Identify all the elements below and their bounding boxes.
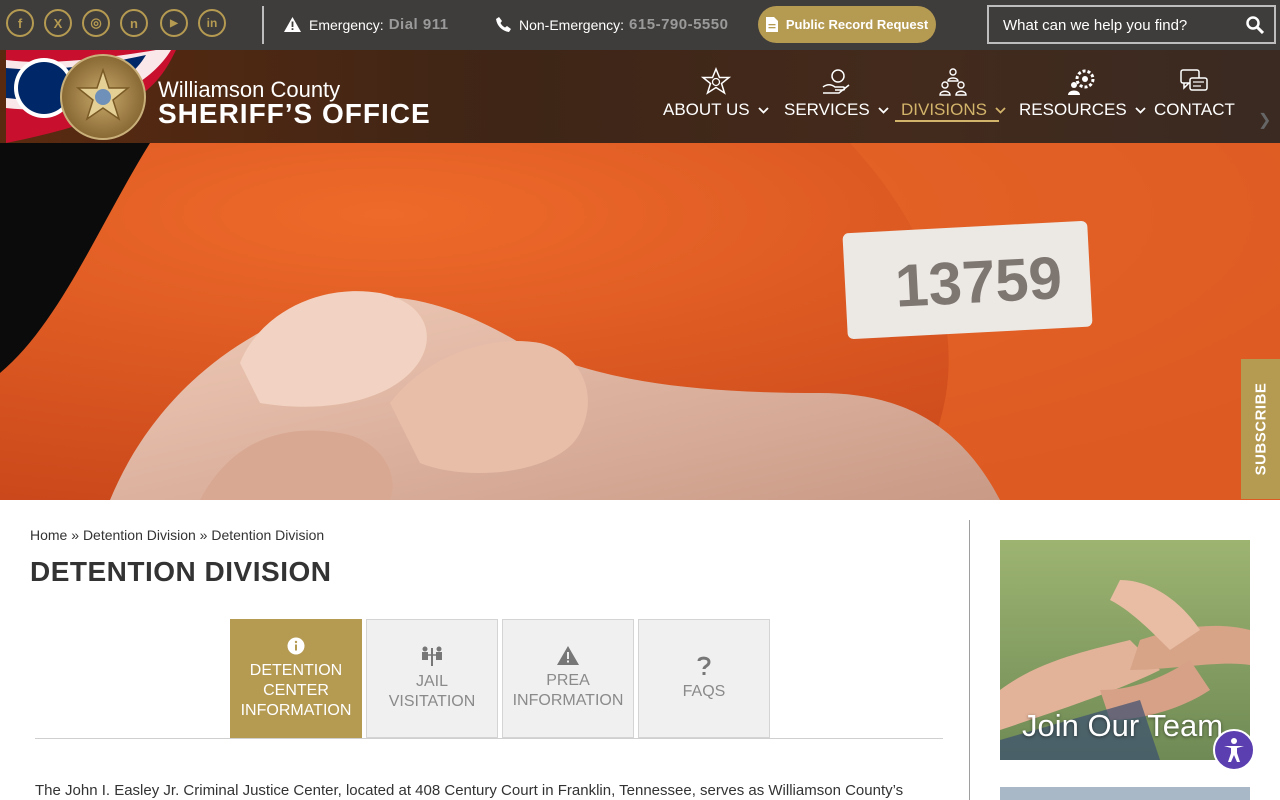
chevron-down-icon	[878, 106, 889, 114]
secondary-promo-image[interactable]	[1000, 787, 1250, 800]
breadcrumb-current: Detention Division	[211, 527, 325, 543]
accessibility-person-icon	[1224, 738, 1244, 762]
nextdoor-icon[interactable]: n	[120, 9, 148, 37]
linkedin-icon[interactable]: in	[198, 9, 226, 37]
tab-label-line: FAQS	[682, 682, 726, 700]
chevron-down-icon	[995, 106, 1006, 114]
nav-about-us[interactable]: ABOUT US	[663, 50, 769, 143]
breadcrumb-separator: »	[199, 527, 208, 543]
tabs-divider	[35, 738, 943, 739]
org-chart-icon	[939, 68, 968, 96]
nav-contact[interactable]: CONTACT	[1154, 50, 1235, 143]
youtube-icon[interactable]: ▶	[160, 9, 188, 37]
nav-divisions[interactable]: DIVISIONS	[901, 50, 1006, 143]
question-icon	[697, 656, 711, 675]
tab-label-line: JAIL	[415, 672, 448, 690]
site-header: Williamson County SHERIFF’S OFFICE ABOUT…	[0, 50, 1280, 143]
emergency-number[interactable]: Dial 911	[389, 16, 449, 33]
search-box	[987, 5, 1276, 44]
sheriff-star-logo-icon	[75, 68, 131, 121]
intro-paragraph: The John I. Easley Jr. Criminal Justice …	[35, 782, 904, 799]
helping-hand-icon	[822, 69, 850, 94]
warning-icon	[284, 17, 301, 32]
non-emergency-number[interactable]: 615-790-5550	[629, 16, 728, 33]
breadcrumb-detention-division[interactable]: Detention Division	[83, 527, 196, 543]
nav-resources[interactable]: RESOURCES	[1019, 50, 1146, 143]
hero-image: 13759	[0, 143, 1280, 500]
tab-label-line: VISITATION	[388, 692, 476, 710]
tab-label-line: INFORMATION	[240, 701, 352, 719]
info-icon	[287, 637, 305, 654]
public-record-request-label: Public Record Request	[785, 17, 929, 32]
nav-label: DIVISIONS	[901, 100, 987, 119]
top-bar: f X ◎ n ▶ in Emergency: Dial 911 Non-Eme…	[0, 0, 1280, 50]
tab-faqs[interactable]: FAQS	[638, 619, 770, 738]
emergency-info[interactable]: Emergency: Dial 911	[284, 16, 449, 33]
chat-bubbles-icon	[1180, 69, 1209, 91]
join-our-team-label[interactable]: Join Our Team	[1022, 708, 1223, 744]
chevron-down-icon	[1135, 106, 1146, 114]
sheriff-star-icon	[700, 67, 731, 95]
subscribe-label: SUBSCRIBE	[1252, 382, 1269, 476]
nav-services[interactable]: SERVICES	[784, 50, 889, 143]
tab-label-line: CENTER	[263, 681, 329, 699]
document-icon	[765, 17, 778, 32]
facebook-icon[interactable]: f	[6, 9, 34, 37]
inmate-hands-photo: 13759	[0, 143, 1280, 500]
non-emergency-label: Non-Emergency:	[519, 16, 625, 33]
svg-text:13759: 13759	[893, 244, 1063, 320]
breadcrumb: Home » Detention Division » Detention Di…	[30, 527, 324, 543]
accessibility-icon[interactable]	[1213, 729, 1255, 771]
search-input[interactable]	[989, 7, 1245, 44]
nav-label: ABOUT US	[663, 100, 750, 119]
nav-label: SERVICES	[784, 100, 870, 119]
tab-label-line: INFORMATION	[512, 692, 624, 709]
brand-line-2[interactable]: SHERIFF’S OFFICE	[158, 98, 431, 130]
sidebar-divider	[969, 520, 970, 800]
chevron-right-icon[interactable]: ❯	[1258, 110, 1271, 130]
page-title: DETENTION DIVISION	[30, 556, 332, 587]
nav-label: RESOURCES	[1019, 100, 1127, 119]
x-twitter-icon[interactable]: X	[44, 9, 72, 37]
tab-label-line: PREA	[546, 672, 590, 689]
gear-people-icon	[1068, 69, 1095, 95]
subscribe-tab[interactable]: SUBSCRIBE	[1241, 359, 1280, 499]
nav-label: CONTACT	[1154, 100, 1235, 119]
tab-jail-visitation[interactable]: JAIL VISITATION	[366, 619, 498, 738]
tab-detention-center-information[interactable]: DETENTION CENTER INFORMATION	[230, 619, 362, 738]
warning-icon	[557, 646, 579, 665]
search-icon[interactable]	[1246, 16, 1264, 34]
non-emergency-info[interactable]: Non-Emergency: 615-790-5550	[496, 16, 728, 33]
breadcrumb-home[interactable]: Home	[30, 527, 67, 543]
tab-prea-information[interactable]: PREA INFORMATION	[502, 619, 634, 738]
instagram-icon[interactable]: ◎	[82, 9, 110, 37]
emergency-label: Emergency:	[309, 16, 384, 33]
nav-active-indicator	[895, 120, 999, 122]
tab-label-line: DETENTION	[249, 661, 343, 679]
breadcrumb-separator: »	[71, 527, 80, 543]
public-record-request-button[interactable]: Public Record Request	[758, 6, 936, 43]
divider	[262, 6, 264, 44]
visitation-icon	[422, 646, 442, 666]
phone-icon	[496, 17, 511, 32]
chevron-down-icon	[757, 106, 769, 114]
